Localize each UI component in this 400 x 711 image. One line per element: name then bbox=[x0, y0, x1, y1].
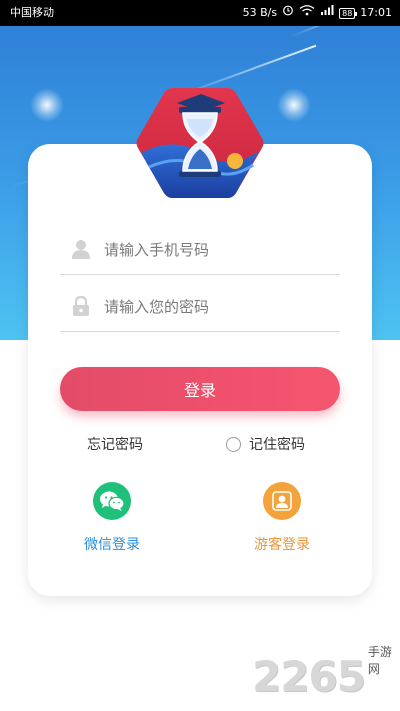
app-logo bbox=[135, 85, 265, 201]
password-input[interactable] bbox=[104, 292, 334, 322]
sparkle bbox=[30, 88, 64, 122]
battery-icon: 88 bbox=[339, 7, 358, 19]
site-watermark: 2265 手游网 bbox=[252, 645, 400, 701]
remember-radio[interactable] bbox=[226, 436, 241, 452]
guest-user-icon bbox=[263, 482, 301, 520]
login-button[interactable]: 登录 bbox=[60, 367, 340, 411]
password-field bbox=[60, 284, 340, 332]
phone-field bbox=[60, 227, 340, 275]
watermark-site: 手游网 bbox=[367, 645, 392, 676]
light-streak bbox=[289, 26, 374, 38]
wechat-icon bbox=[93, 482, 131, 520]
sparkle bbox=[277, 88, 311, 122]
phone-input[interactable] bbox=[104, 235, 334, 265]
watermark-number: 2265 bbox=[252, 652, 366, 701]
wechat-login-label: 微信登录 bbox=[84, 537, 140, 553]
guest-login-label: 游客登录 bbox=[254, 537, 310, 553]
forgot-password-link[interactable]: 忘记密码 bbox=[87, 434, 143, 454]
status-bar: 中国移动 53 B/s 88 17:01 bbox=[0, 0, 400, 26]
status-icons: 53 B/s 88 17:01 bbox=[243, 0, 392, 26]
carrier-name: 中国移动 bbox=[10, 6, 54, 19]
network-speed: 53 B/s bbox=[242, 6, 278, 19]
remember-label: 记住密码 bbox=[249, 437, 305, 453]
signal-icon bbox=[320, 0, 334, 26]
remember-password-option[interactable]: 记住密码 bbox=[226, 434, 305, 454]
user-icon bbox=[72, 239, 90, 259]
clock: 17:01 bbox=[360, 6, 392, 19]
guest-login-button[interactable]: 游客登录 bbox=[247, 482, 317, 554]
wifi-icon bbox=[299, 0, 315, 26]
alarm-icon bbox=[282, 0, 294, 26]
lock-icon bbox=[72, 295, 90, 316]
wechat-login-button[interactable]: 微信登录 bbox=[77, 482, 147, 554]
